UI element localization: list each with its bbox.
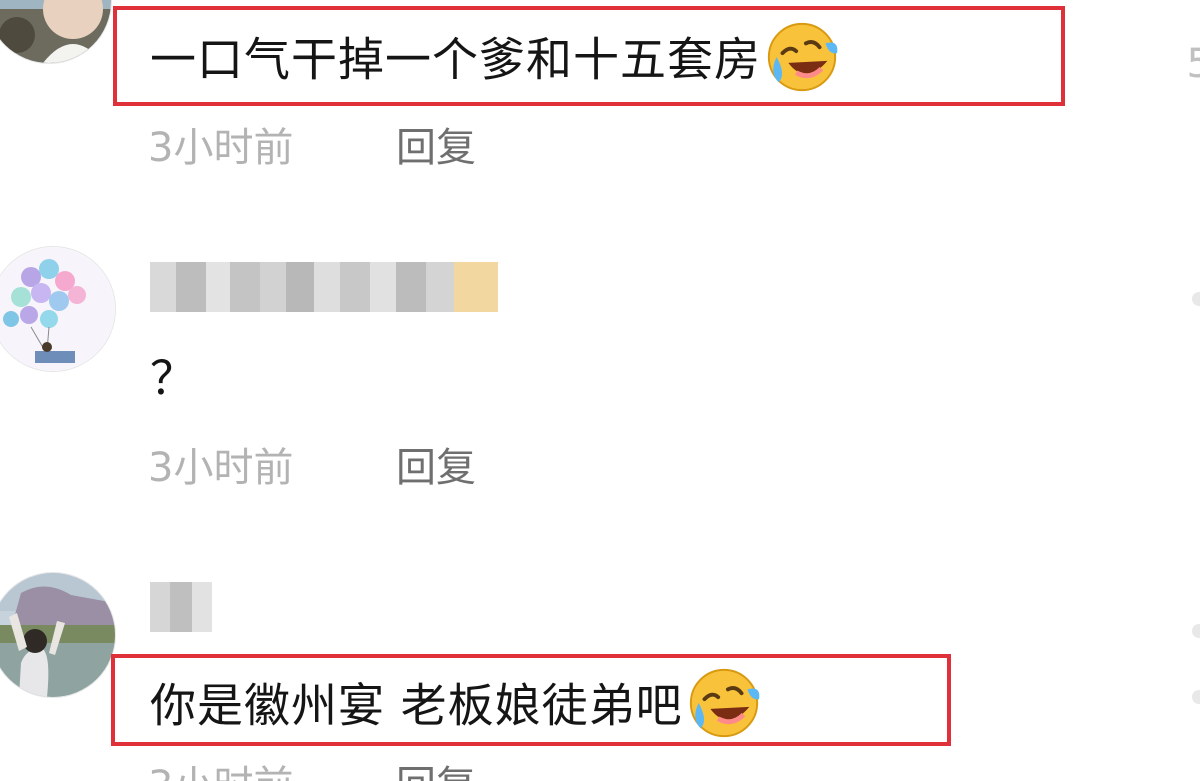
like-icon[interactable] [1192, 292, 1200, 306]
avatar-photo [0, 0, 111, 63]
username-blurred[interactable] [150, 262, 498, 312]
username-blurred[interactable] [150, 582, 212, 632]
like-icon[interactable] [1192, 690, 1200, 704]
avatar-photo [0, 573, 115, 697]
timestamp: 3小时前 [148, 762, 293, 781]
like-count: 5 [1186, 41, 1200, 87]
avatar-photo [0, 247, 115, 371]
reply-button[interactable]: 回复 [396, 444, 476, 492]
comment-list: 一口气干掉一个爹和十五套房 3小时前 回复 5 ？ 3小时前 回复 你是徽州宴 … [0, 0, 1200, 781]
avatar[interactable] [0, 246, 116, 372]
comment-text: 一口气干掉一个爹和十五套房 [150, 22, 841, 102]
comment-body: ？ [150, 351, 197, 405]
like-icon[interactable] [1192, 624, 1200, 638]
rolling-on-floor-laughing-icon [763, 18, 841, 96]
reply-button[interactable]: 回复 [396, 762, 476, 781]
comment-body: 一口气干掉一个爹和十五套房 [150, 32, 761, 87]
timestamp: 3小时前 [148, 125, 294, 171]
avatar[interactable] [0, 0, 112, 64]
rolling-on-floor-laughing-icon [685, 664, 763, 742]
comment-text: 你是徽州宴 老板娘徒弟吧 [150, 668, 763, 748]
avatar[interactable] [0, 572, 116, 698]
timestamp: 3小时前 [148, 445, 294, 491]
comment-body: 你是徽州宴 老板娘徒弟吧 [150, 678, 683, 733]
reply-button[interactable]: 回复 [396, 124, 476, 172]
